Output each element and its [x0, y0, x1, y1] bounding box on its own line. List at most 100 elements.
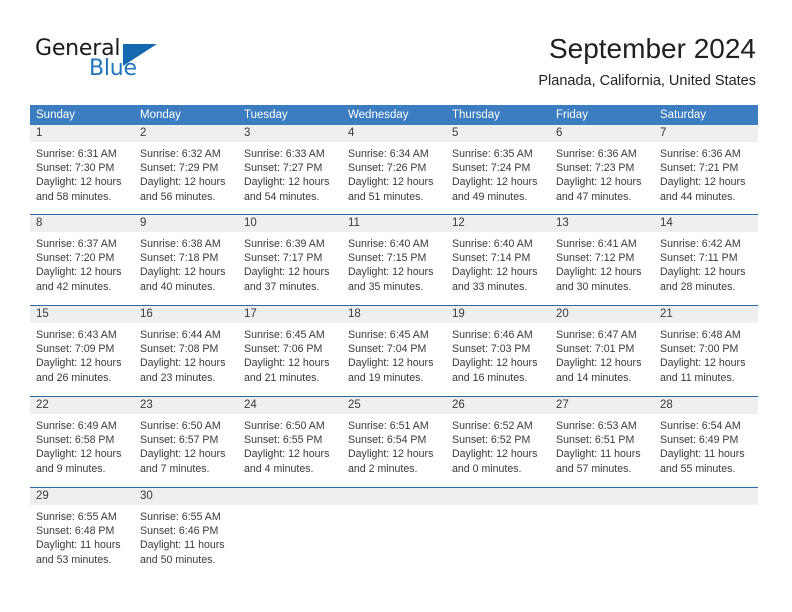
calendar-day-cell[interactable]: 24 Sunrise: 6:50 AM Sunset: 6:55 PM Dayligh…: [238, 397, 342, 487]
sunset-time: Sunset: 7:20 PM: [36, 252, 115, 265]
day-number-band: 24: [238, 397, 342, 414]
brand-name-blue: Blue: [89, 56, 137, 81]
calendar-day-cell[interactable]: 17 Sunrise: 6:45 AM Sunset: 7:06 PM Dayligh…: [238, 306, 342, 396]
calendar-day-cell[interactable]: 8 Sunrise: 6:37 AM Sunset: 7:20 PM Daylight…: [30, 215, 134, 305]
daylight-duration-line2: and 55 minutes.: [660, 462, 736, 475]
calendar-day-cell-empty: [342, 488, 446, 578]
sunset-time: Sunset: 7:04 PM: [348, 343, 427, 356]
daylight-duration-line1: Daylight: 12 hours: [36, 448, 122, 461]
daylight-duration-line1: Daylight: 11 hours: [556, 448, 641, 461]
day-details: Sunrise: 6:50 AM Sunset: 6:55 PM Daylight:…: [238, 414, 342, 476]
day-details: Sunrise: 6:55 AM Sunset: 6:48 PM Daylight:…: [30, 505, 134, 567]
daylight-duration-line1: Daylight: 12 hours: [452, 357, 538, 370]
calendar-day-cell[interactable]: 30 Sunrise: 6:55 AM Sunset: 6:46 PM Dayligh…: [134, 488, 238, 578]
calendar-day-cell[interactable]: 12 Sunrise: 6:40 AM Sunset: 7:14 PM Dayligh…: [446, 215, 550, 305]
calendar-day-cell[interactable]: 6 Sunrise: 6:36 AM Sunset: 7:23 PM Daylight…: [550, 125, 654, 214]
calendar-day-cell[interactable]: 25 Sunrise: 6:51 AM Sunset: 6:54 PM Dayligh…: [342, 397, 446, 487]
day-number: 17: [244, 308, 257, 320]
sunrise-time: Sunrise: 6:50 AM: [244, 420, 325, 432]
day-number: 2: [140, 127, 147, 139]
day-details: Sunrise: 6:36 AM Sunset: 7:21 PM Daylight:…: [654, 142, 758, 204]
day-number: 11: [348, 217, 360, 229]
sunrise-time: Sunrise: 6:51 AM: [348, 420, 429, 432]
sunrise-time: Sunrise: 6:46 AM: [452, 329, 533, 341]
calendar-day-cell[interactable]: 26 Sunrise: 6:52 AM Sunset: 6:52 PM Dayligh…: [446, 397, 550, 487]
calendar-week-row: 8 Sunrise: 6:37 AM Sunset: 7:20 PM Daylight…: [30, 214, 758, 305]
calendar-day-cell[interactable]: 27 Sunrise: 6:53 AM Sunset: 6:51 PM Dayligh…: [550, 397, 654, 487]
calendar-day-cell[interactable]: 14 Sunrise: 6:42 AM Sunset: 7:11 PM Dayligh…: [654, 215, 758, 305]
day-number: 23: [140, 399, 153, 411]
day-number: 13: [556, 217, 569, 229]
day-number: 26: [452, 399, 465, 411]
calendar-day-cell[interactable]: 29 Sunrise: 6:55 AM Sunset: 6:48 PM Dayligh…: [30, 488, 134, 578]
calendar-day-cell[interactable]: 22 Sunrise: 6:49 AM Sunset: 6:58 PM Dayligh…: [30, 397, 134, 487]
day-number-band: 12: [446, 215, 550, 232]
daylight-duration-line1: Daylight: 12 hours: [660, 266, 746, 279]
day-details: Sunrise: 6:50 AM Sunset: 6:57 PM Daylight:…: [134, 414, 238, 476]
sunrise-time: Sunrise: 6:36 AM: [556, 148, 637, 160]
calendar-day-cell[interactable]: 5 Sunrise: 6:35 AM Sunset: 7:24 PM Daylight…: [446, 125, 550, 214]
calendar-day-cell[interactable]: 11 Sunrise: 6:40 AM Sunset: 7:15 PM Dayligh…: [342, 215, 446, 305]
calendar-day-cell[interactable]: 2 Sunrise: 6:32 AM Sunset: 7:29 PM Daylight…: [134, 125, 238, 214]
calendar-day-cell[interactable]: 1 Sunrise: 6:31 AM Sunset: 7:30 PM Daylight…: [30, 125, 134, 214]
daylight-duration-line1: Daylight: 11 hours: [36, 539, 121, 552]
sunset-time: Sunset: 7:12 PM: [556, 252, 635, 265]
calendar-day-cell[interactable]: 21 Sunrise: 6:48 AM Sunset: 7:00 PM Dayligh…: [654, 306, 758, 396]
calendar-day-cell[interactable]: 13 Sunrise: 6:41 AM Sunset: 7:12 PM Dayligh…: [550, 215, 654, 305]
calendar-week-row: 15 Sunrise: 6:43 AM Sunset: 7:09 PM Dayligh…: [30, 305, 758, 396]
sunrise-time: Sunrise: 6:36 AM: [660, 148, 741, 160]
day-number-band: 21: [654, 306, 758, 323]
day-number: 15: [36, 308, 49, 320]
day-number-band: [238, 488, 342, 505]
calendar-day-cell[interactable]: 10 Sunrise: 6:39 AM Sunset: 7:17 PM Dayligh…: [238, 215, 342, 305]
sunset-time: Sunset: 7:00 PM: [660, 343, 739, 356]
calendar-day-cell[interactable]: 28 Sunrise: 6:54 AM Sunset: 6:49 PM Dayligh…: [654, 397, 758, 487]
brand-logo[interactable]: General Blue: [35, 36, 245, 86]
sunrise-time: Sunrise: 6:33 AM: [244, 148, 325, 160]
calendar-day-cell[interactable]: 16 Sunrise: 6:44 AM Sunset: 7:08 PM Dayligh…: [134, 306, 238, 396]
day-number: 6: [556, 127, 563, 139]
day-number-band: 29: [30, 488, 134, 505]
day-number: 16: [140, 308, 153, 320]
calendar-day-cell-empty: [446, 488, 550, 578]
day-number-band: 20: [550, 306, 654, 323]
calendar-day-cell[interactable]: 23 Sunrise: 6:50 AM Sunset: 6:57 PM Dayligh…: [134, 397, 238, 487]
daylight-duration-line2: and 28 minutes.: [660, 280, 736, 293]
daylight-duration-line2: and 42 minutes.: [36, 280, 112, 293]
calendar-day-cell[interactable]: 18 Sunrise: 6:45 AM Sunset: 7:04 PM Dayligh…: [342, 306, 446, 396]
sunset-time: Sunset: 6:52 PM: [452, 434, 531, 447]
daylight-duration-line2: and 50 minutes.: [140, 553, 216, 566]
sunrise-time: Sunrise: 6:50 AM: [140, 420, 221, 432]
day-details: Sunrise: 6:40 AM Sunset: 7:15 PM Daylight:…: [342, 232, 446, 294]
calendar-day-cell[interactable]: 4 Sunrise: 6:34 AM Sunset: 7:26 PM Daylight…: [342, 125, 446, 214]
day-number-band: 16: [134, 306, 238, 323]
day-number-band: 23: [134, 397, 238, 414]
calendar-day-cell[interactable]: 9 Sunrise: 6:38 AM Sunset: 7:18 PM Daylight…: [134, 215, 238, 305]
calendar-day-cell[interactable]: 15 Sunrise: 6:43 AM Sunset: 7:09 PM Dayligh…: [30, 306, 134, 396]
day-number-band: 1: [30, 125, 134, 142]
calendar-day-cell[interactable]: 20 Sunrise: 6:47 AM Sunset: 7:01 PM Dayligh…: [550, 306, 654, 396]
sunset-time: Sunset: 7:03 PM: [452, 343, 531, 356]
calendar-page: General Blue September 2024 Planada, Cal…: [0, 0, 792, 612]
day-details: [342, 505, 446, 510]
calendar-day-cell[interactable]: 7 Sunrise: 6:36 AM Sunset: 7:21 PM Daylight…: [654, 125, 758, 214]
daylight-duration-line2: and 9 minutes.: [36, 462, 106, 475]
sunrise-time: Sunrise: 6:40 AM: [348, 238, 429, 250]
day-details: Sunrise: 6:40 AM Sunset: 7:14 PM Daylight:…: [446, 232, 550, 294]
calendar-day-cell[interactable]: 19 Sunrise: 6:46 AM Sunset: 7:03 PM Dayligh…: [446, 306, 550, 396]
day-number: 18: [348, 308, 361, 320]
day-details: Sunrise: 6:39 AM Sunset: 7:17 PM Daylight:…: [238, 232, 342, 294]
daylight-duration-line2: and 57 minutes.: [556, 462, 632, 475]
day-number-band: 9: [134, 215, 238, 232]
daylight-duration-line1: Daylight: 12 hours: [452, 448, 538, 461]
day-number-band: 11: [342, 215, 446, 232]
calendar-week-row: 1 Sunrise: 6:31 AM Sunset: 7:30 PM Daylight…: [30, 125, 758, 214]
day-number-band: 15: [30, 306, 134, 323]
sunset-time: Sunset: 7:08 PM: [140, 343, 219, 356]
calendar-day-cell[interactable]: 3 Sunrise: 6:33 AM Sunset: 7:27 PM Daylight…: [238, 125, 342, 214]
day-number-band: 7: [654, 125, 758, 142]
day-number-band: 18: [342, 306, 446, 323]
sunset-time: Sunset: 7:11 PM: [660, 252, 738, 265]
day-details: Sunrise: 6:45 AM Sunset: 7:04 PM Daylight:…: [342, 323, 446, 385]
daylight-duration-line1: Daylight: 12 hours: [244, 448, 330, 461]
